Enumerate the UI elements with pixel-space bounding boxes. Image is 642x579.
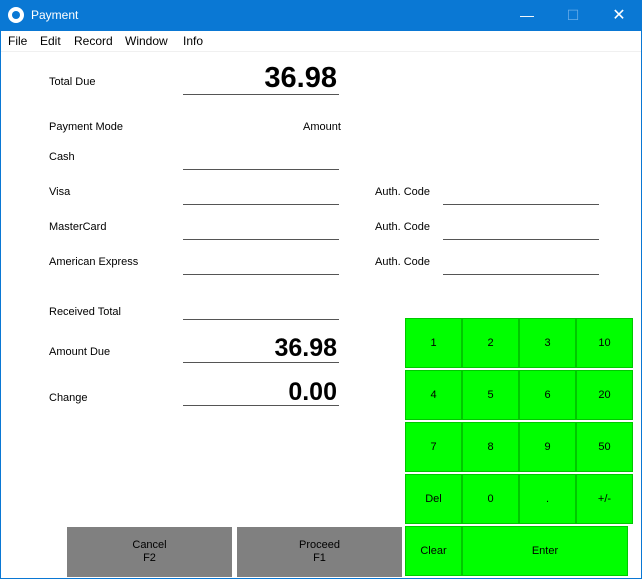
keypad-5[interactable]: 5	[462, 370, 519, 420]
app-logo-icon	[8, 7, 24, 23]
keypad-clear[interactable]: Clear	[405, 526, 462, 576]
keypad-6[interactable]: 6	[519, 370, 576, 420]
keypad-10[interactable]: 10	[576, 318, 633, 368]
close-button[interactable]: ✕	[596, 0, 642, 31]
menu-window[interactable]: Window	[125, 34, 168, 48]
mastercard-label: MasterCard	[49, 221, 107, 233]
keypad-plus-minus[interactable]: +/-	[576, 474, 633, 524]
visa-auth-code-label: Auth. Code	[375, 186, 431, 198]
title-bar[interactable]: Payment — ☐ ✕	[0, 0, 642, 31]
menu-record[interactable]: Record	[74, 34, 113, 48]
menu-edit[interactable]: Edit	[40, 34, 61, 48]
amount-due-label: Amount Due	[49, 346, 111, 358]
menu-file[interactable]: File	[8, 34, 27, 48]
keypad-2[interactable]: 2	[462, 318, 519, 368]
total-due-underline	[183, 94, 339, 95]
keypad-1[interactable]: 1	[405, 318, 462, 368]
amex-label: American Express	[49, 256, 139, 268]
proceed-button[interactable]: Proceed F1	[237, 527, 402, 577]
total-due-value: 36.98	[264, 62, 337, 94]
mastercard-auth-code-field[interactable]	[443, 239, 599, 240]
change-value: 0.00	[288, 378, 337, 406]
cancel-button[interactable]: Cancel F2	[67, 527, 232, 577]
cash-label: Cash	[49, 151, 75, 163]
proceed-button-shortcut: F1	[313, 552, 326, 564]
keypad-20[interactable]: 20	[576, 370, 633, 420]
keypad-del[interactable]: Del	[405, 474, 462, 524]
received-total-field	[183, 319, 339, 320]
received-total-label: Received Total	[49, 306, 121, 318]
cancel-button-label: Cancel	[132, 539, 167, 551]
change-label: Change	[49, 392, 88, 404]
maximize-button[interactable]: ☐	[550, 0, 596, 31]
window-title: Payment	[31, 8, 79, 22]
mastercard-amount-field[interactable]	[183, 239, 339, 240]
amount-due-underline	[183, 362, 339, 363]
keypad-50[interactable]: 50	[576, 422, 633, 472]
amex-auth-code-field[interactable]	[443, 274, 599, 275]
menu-info[interactable]: Info	[183, 34, 203, 48]
visa-amount-field[interactable]	[183, 204, 339, 205]
payment-mode-label: Payment Mode	[49, 121, 123, 133]
keypad-decimal[interactable]: .	[519, 474, 576, 524]
cash-amount-field[interactable]	[183, 169, 339, 170]
mastercard-auth-code-label: Auth. Code	[375, 221, 431, 233]
keypad-8[interactable]: 8	[462, 422, 519, 472]
menu-bar: File Edit Record Window Info	[0, 31, 642, 52]
keypad-4[interactable]: 4	[405, 370, 462, 420]
keypad-enter[interactable]: Enter	[462, 526, 628, 576]
proceed-button-label: Proceed	[299, 539, 340, 551]
cancel-button-shortcut: F2	[143, 552, 156, 564]
total-due-label: Total Due	[49, 76, 96, 88]
amex-amount-field[interactable]	[183, 274, 339, 275]
keypad-9[interactable]: 9	[519, 422, 576, 472]
keypad-3[interactable]: 3	[519, 318, 576, 368]
change-underline	[183, 405, 339, 406]
amount-due-value: 36.98	[274, 334, 337, 362]
amount-column-label: Amount	[303, 121, 341, 133]
amex-auth-code-label: Auth. Code	[375, 256, 431, 268]
keypad-0[interactable]: 0	[462, 474, 519, 524]
minimize-button[interactable]: —	[504, 0, 550, 31]
keypad-7[interactable]: 7	[405, 422, 462, 472]
visa-auth-code-field[interactable]	[443, 204, 599, 205]
visa-label: Visa	[49, 186, 71, 198]
